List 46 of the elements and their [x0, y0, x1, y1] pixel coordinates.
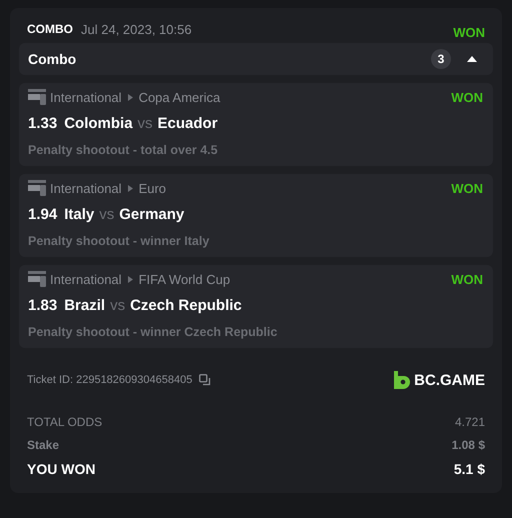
caret-icon — [467, 56, 477, 62]
status-label: WON — [451, 180, 483, 196]
team-name: Colombia — [64, 115, 133, 132]
summary-label: YOU WON — [27, 460, 96, 476]
league-label: FIFA World Cup — [138, 272, 230, 286]
odds-value: 1.94 — [28, 206, 58, 223]
vs-label: vs — [138, 115, 153, 132]
chevron-icon — [128, 94, 133, 100]
game-logo-icon — [28, 180, 46, 196]
team-name: Germany — [119, 206, 184, 223]
combo-header[interactable]: Combo 3 — [19, 43, 493, 75]
count-badge: 3 — [431, 49, 451, 69]
market-label: Penalty shootout - winner Czech Republic — [28, 325, 278, 339]
brand-logo-icon — [394, 371, 410, 389]
team-name: Ecuador — [158, 115, 218, 132]
bet-type: COMBO — [27, 22, 73, 36]
summary-value: 1.08 $ — [452, 438, 485, 452]
team-name: Czech Republic — [130, 297, 242, 314]
market-label: Penalty shootout - winner Italy — [28, 234, 210, 248]
vs-label: vs — [110, 297, 126, 314]
summary-value: 4.721 — [454, 414, 485, 428]
status-label: WON — [453, 24, 485, 40]
category-label: International — [50, 272, 122, 286]
odds-value: 1.33 — [28, 115, 58, 132]
status-label: WON — [451, 90, 483, 104]
chevron-icon — [128, 184, 133, 192]
team-name: Brazil — [64, 297, 106, 314]
chevron-icon — [128, 276, 133, 282]
team-name: Italy — [64, 206, 94, 223]
ticket-id: Ticket ID: 2295182609304658405 — [27, 374, 192, 386]
status-label: WON — [451, 272, 483, 286]
copy-icon[interactable] — [199, 374, 212, 386]
summary-label: TOTAL ODDS — [27, 414, 102, 428]
summary-value: 5.1 $ — [454, 460, 485, 476]
league-label: Copa America — [138, 90, 220, 104]
game-logo-icon — [28, 271, 46, 287]
bet-date: Jul 24, 2023, 10:56 — [81, 22, 192, 36]
vs-label: vs — [99, 206, 114, 223]
category-label: International — [50, 90, 122, 104]
odds-value: 1.83 — [28, 297, 58, 314]
category-label: International — [50, 180, 122, 196]
brand-name: BC.GAME — [414, 372, 485, 388]
summary-label: Stake — [27, 438, 60, 452]
league-label: Euro — [138, 180, 166, 196]
market-label: Penalty shootout - total over 4.5 — [28, 143, 219, 157]
game-logo-icon — [28, 89, 46, 105]
